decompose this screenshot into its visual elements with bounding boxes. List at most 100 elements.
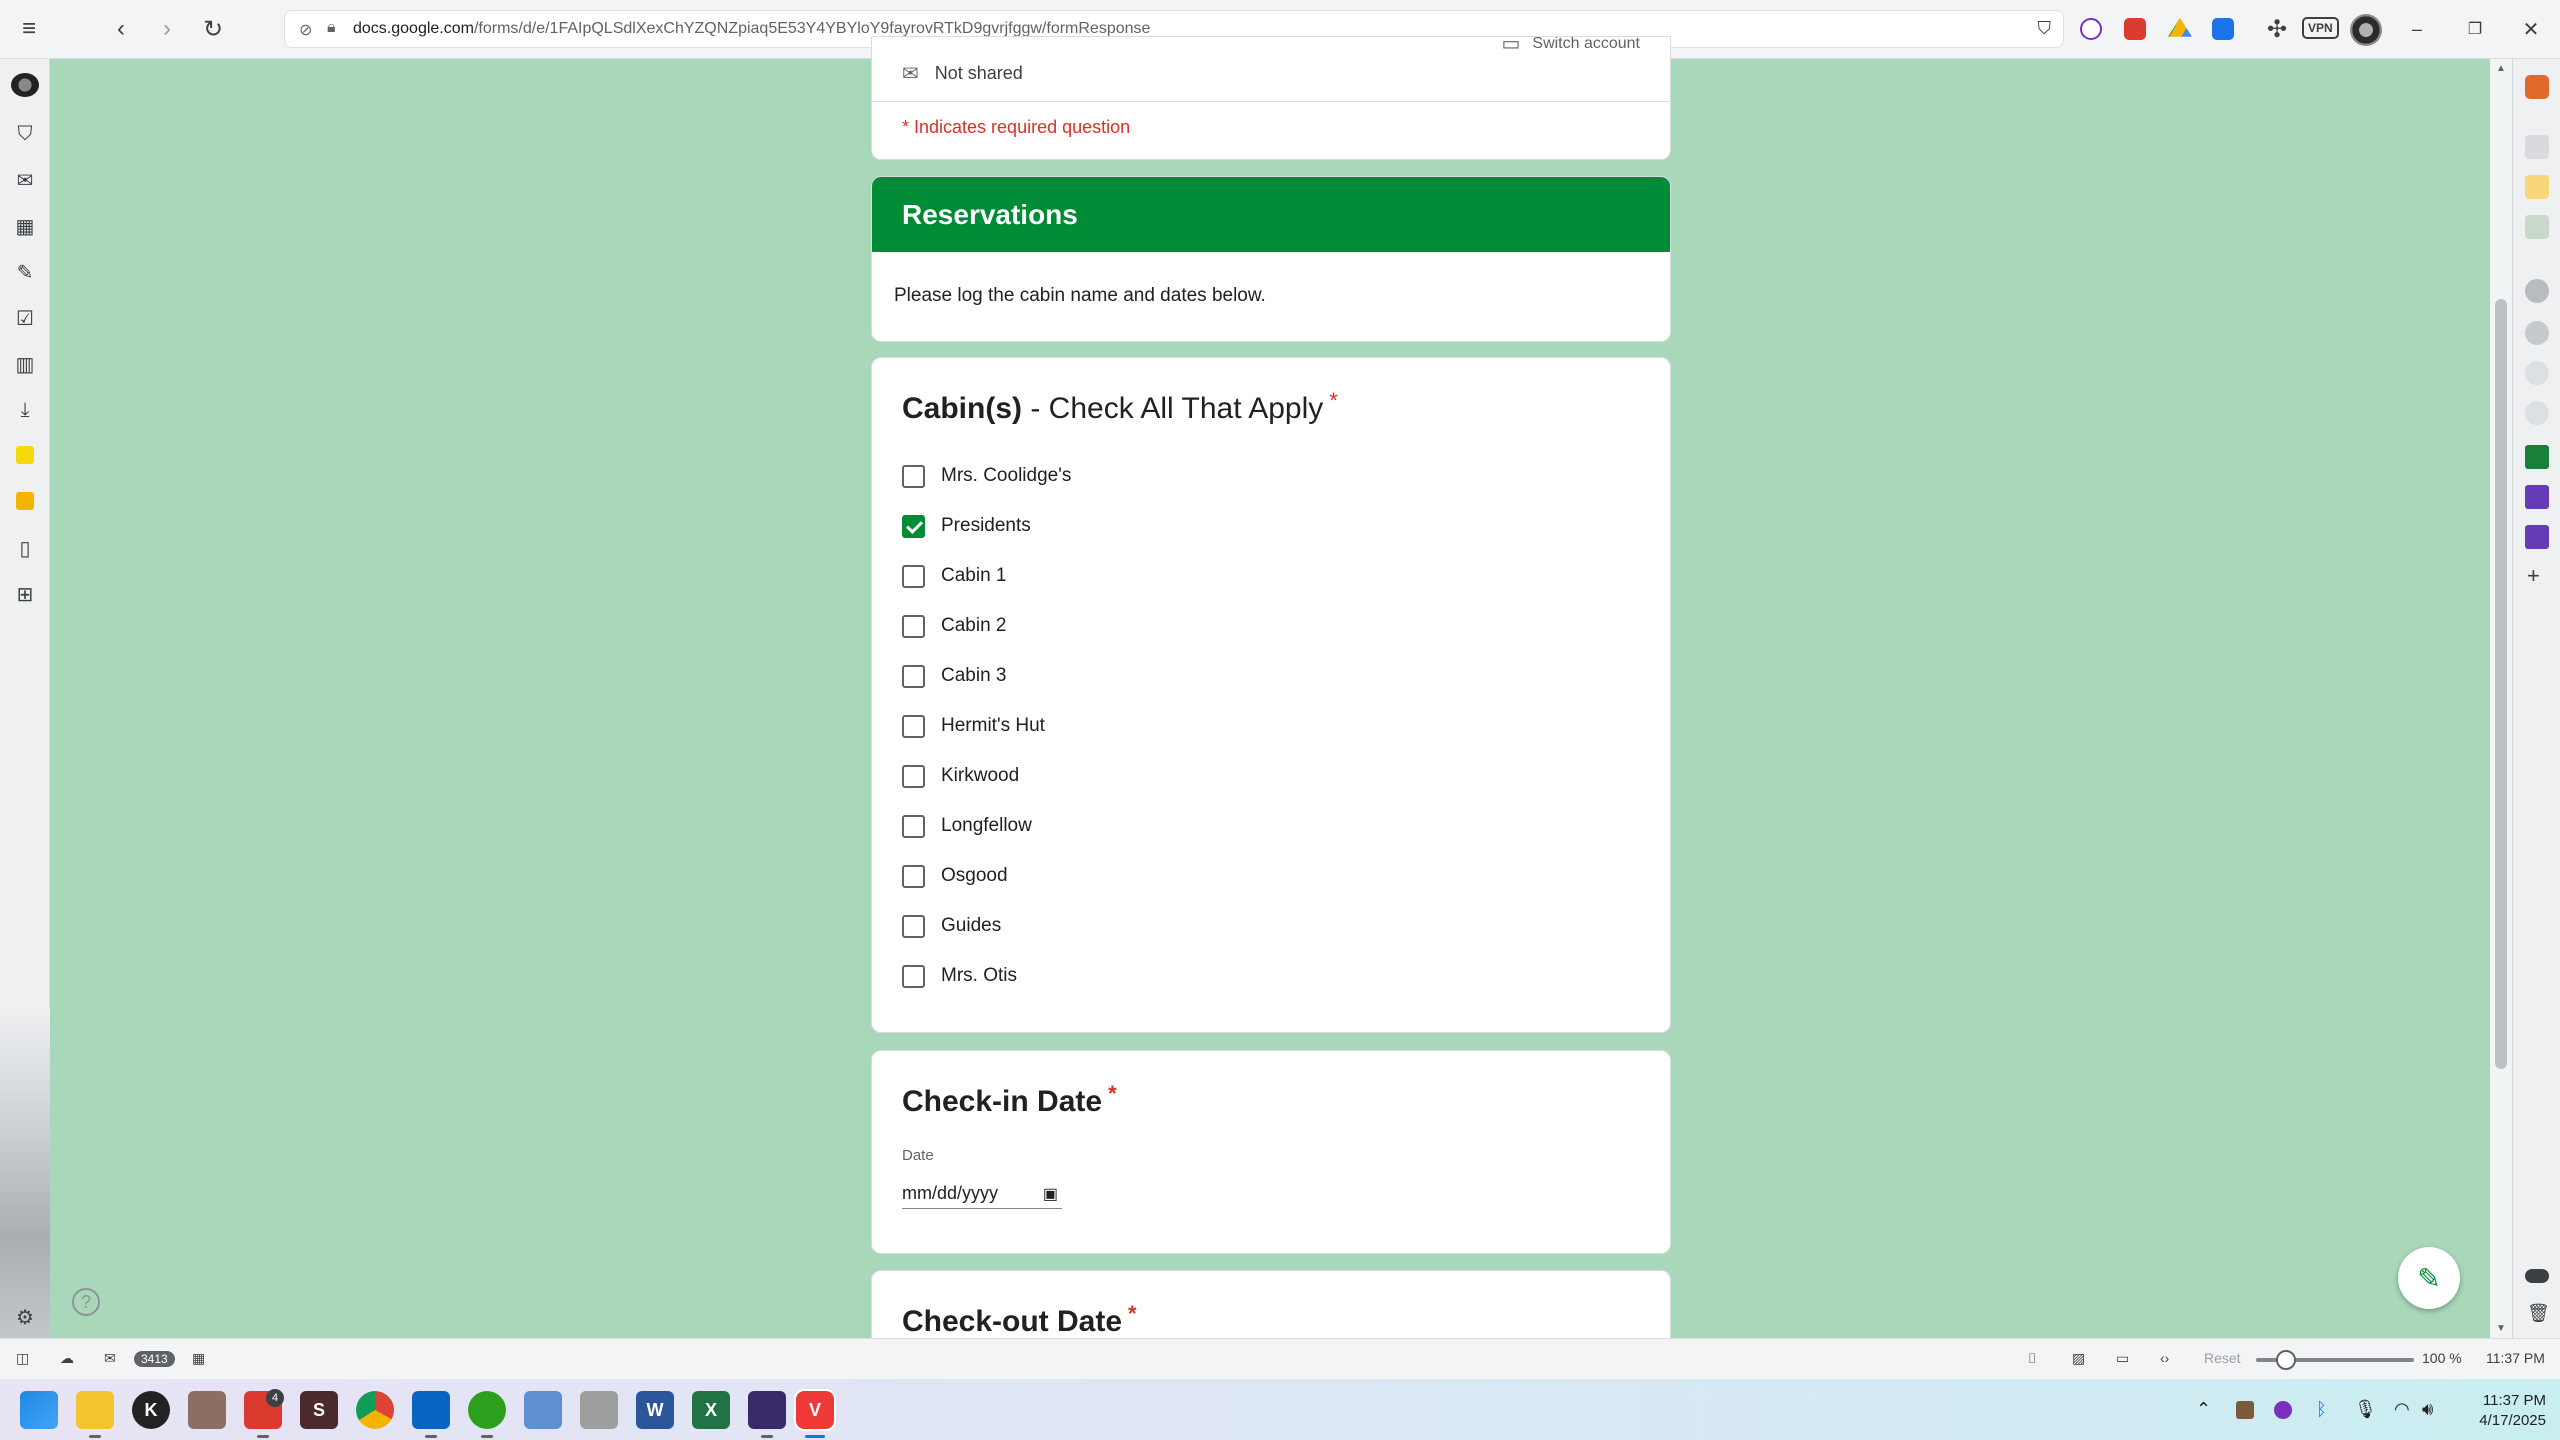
reload-icon[interactable]: ↻ xyxy=(198,14,228,44)
google-drive-icon[interactable] xyxy=(2168,18,2192,37)
zoom-reset-button[interactable]: Reset xyxy=(2204,1350,2241,1366)
calendar-picker-icon[interactable]: ▣ xyxy=(1043,1184,1058,1204)
microphone-icon[interactable]: 🎙︎ xyxy=(2354,1399,2377,1420)
cabin-option[interactable]: Hermit's Hut xyxy=(902,710,1045,742)
page-tiling-icon[interactable]: ▭ xyxy=(2116,1350,2129,1367)
profile-avatar[interactable] xyxy=(2350,14,2382,46)
minimize-icon[interactable]: – xyxy=(2402,14,2432,44)
outlook-icon[interactable] xyxy=(412,1391,450,1429)
document-icon[interactable]: ▯ xyxy=(13,536,37,560)
tray-overflow-icon[interactable]: ⌃ xyxy=(2196,1399,2211,1420)
mail-status-icon[interactable]: ✉ xyxy=(104,1350,116,1367)
forms-icon[interactable] xyxy=(2525,485,2549,509)
s-app-icon[interactable]: S xyxy=(300,1391,338,1429)
switch-account-link[interactable]: ▭ Switch account xyxy=(1501,37,1640,56)
chrome-icon[interactable] xyxy=(356,1391,394,1429)
checkbox[interactable] xyxy=(902,864,925,888)
swirl-app-icon[interactable] xyxy=(2525,321,2549,345)
info-icon[interactable] xyxy=(2525,401,2549,425)
menu-icon[interactable]: ≡ xyxy=(14,14,44,44)
printer-app-icon[interactable] xyxy=(580,1391,618,1429)
cabin-option[interactable]: Guides xyxy=(902,910,1001,942)
scroll-down-icon[interactable]: ▼ xyxy=(2496,1323,2506,1334)
volume-icon[interactable]: 🔊︎ xyxy=(2422,1399,2433,1420)
tasks-icon[interactable]: ☑ xyxy=(13,306,37,330)
file-explorer-icon[interactable] xyxy=(76,1391,114,1429)
restore-icon[interactable]: ❐ xyxy=(2460,14,2490,44)
mail-count-badge[interactable]: 3413 xyxy=(134,1351,175,1367)
cabin-option[interactable]: Mrs. Coolidge's xyxy=(902,460,1071,492)
panel-toggle-icon[interactable]: ◫ xyxy=(16,1350,29,1367)
cabin-option[interactable]: Mrs. Otis xyxy=(902,960,1017,992)
edit-pencil-button[interactable]: ✎ xyxy=(2398,1247,2460,1309)
circle-app-icon[interactable] xyxy=(2525,279,2549,303)
cabin-option[interactable]: Cabin 2 xyxy=(902,610,1007,642)
add-panel-icon[interactable]: ⊞ xyxy=(13,582,37,606)
gmail-icon[interactable] xyxy=(2525,135,2549,159)
scroll-thumb[interactable] xyxy=(2495,299,2507,1069)
close-icon[interactable]: ✕ xyxy=(2516,14,2546,44)
keep-icon[interactable] xyxy=(16,492,34,510)
search-extension-icon[interactable] xyxy=(2080,18,2102,40)
wifi-icon[interactable]: ◠ xyxy=(2394,1399,2410,1420)
cabin-option[interactable]: Cabin 1 xyxy=(902,560,1007,592)
back-icon[interactable]: ‹ xyxy=(106,14,136,44)
taskbar-clock[interactable]: 11:37 PM 4/17/2025 xyxy=(2456,1391,2546,1431)
page-scrollbar[interactable]: ▲ ▼ xyxy=(2490,59,2512,1338)
snipping-tool-icon[interactable] xyxy=(524,1391,562,1429)
cabin-option[interactable]: Kirkwood xyxy=(902,760,1019,792)
calendar-icon[interactable]: ▦ xyxy=(13,214,37,238)
site-settings-icon[interactable]: ⊘ xyxy=(299,20,312,40)
mail-icon[interactable]: ✉ xyxy=(13,168,37,192)
add-app-icon[interactable]: + xyxy=(2527,563,2540,589)
vpn-button[interactable]: VPN xyxy=(2302,17,2339,39)
photos-app-icon[interactable] xyxy=(188,1391,226,1429)
sync-cloud-icon[interactable]: ☁ xyxy=(60,1350,74,1367)
cloud-icon[interactable] xyxy=(2525,1269,2549,1283)
forms-icon-2[interactable] xyxy=(2525,525,2549,549)
calendar-status-icon[interactable]: ▦ xyxy=(192,1350,205,1367)
sheets-icon[interactable] xyxy=(2525,445,2549,469)
checkbox[interactable] xyxy=(902,664,925,688)
k-app-icon[interactable]: K xyxy=(132,1391,170,1429)
checkbox[interactable] xyxy=(902,764,925,788)
profile-icon[interactable] xyxy=(11,73,39,97)
reading-list-icon[interactable]: ▥ xyxy=(13,352,37,376)
drive-side-icon[interactable] xyxy=(2525,215,2549,239)
zoom-slider-knob[interactable] xyxy=(2276,1350,2296,1370)
capture-icon[interactable]: ⌷ xyxy=(2028,1350,2036,1367)
checkbox[interactable] xyxy=(902,964,925,988)
todoist-extension-icon[interactable] xyxy=(2124,18,2146,40)
bookmarks-icon[interactable]: ⛉ xyxy=(13,122,37,146)
checkbox[interactable] xyxy=(902,614,925,638)
sparkle-icon[interactable] xyxy=(2525,361,2549,385)
extensions-puzzle-icon[interactable]: ✣ xyxy=(2262,14,2292,44)
word-icon[interactable]: W xyxy=(636,1391,674,1429)
forward-icon[interactable]: › xyxy=(152,14,182,44)
cabin-option[interactable]: Osgood xyxy=(902,860,1008,892)
scroll-up-icon[interactable]: ▲ xyxy=(2496,63,2506,74)
image-toggle-icon[interactable]: ▨ xyxy=(2072,1350,2085,1367)
notes-icon[interactable]: ✎ xyxy=(13,260,37,284)
search-app-icon[interactable] xyxy=(748,1391,786,1429)
bluetooth-icon[interactable]: ᛒ xyxy=(2316,1399,2327,1420)
vivaldi-icon[interactable]: V xyxy=(794,1389,836,1431)
tray-app-icon[interactable] xyxy=(2236,1401,2254,1419)
cabin-option[interactable]: Cabin 3 xyxy=(902,660,1007,692)
web-panel-yellow-icon[interactable] xyxy=(16,446,34,464)
trash-icon[interactable]: 🗑︎ xyxy=(2527,1303,2550,1324)
start-windows-icon[interactable] xyxy=(20,1391,58,1429)
downloads-icon[interactable]: ⤓ xyxy=(13,398,37,422)
settings-gear-icon[interactable]: ⚙ xyxy=(13,1305,37,1329)
excel-icon[interactable]: X xyxy=(692,1391,730,1429)
checkbox[interactable] xyxy=(902,464,925,488)
keep-side-icon[interactable] xyxy=(2525,175,2549,199)
cabin-option[interactable]: Longfellow xyxy=(902,810,1032,842)
checkbox-checked[interactable] xyxy=(902,514,925,538)
bookmark-icon[interactable]: ⛉ xyxy=(2038,18,2052,39)
checkbox[interactable] xyxy=(902,814,925,838)
checkin-date-input[interactable]: mm/dd/yyyy ▣ xyxy=(902,1179,1062,1209)
checkbox[interactable] xyxy=(902,564,925,588)
app-orange-icon[interactable] xyxy=(2525,75,2549,99)
dev-tools-icon[interactable]: ‹› xyxy=(2160,1350,2169,1366)
